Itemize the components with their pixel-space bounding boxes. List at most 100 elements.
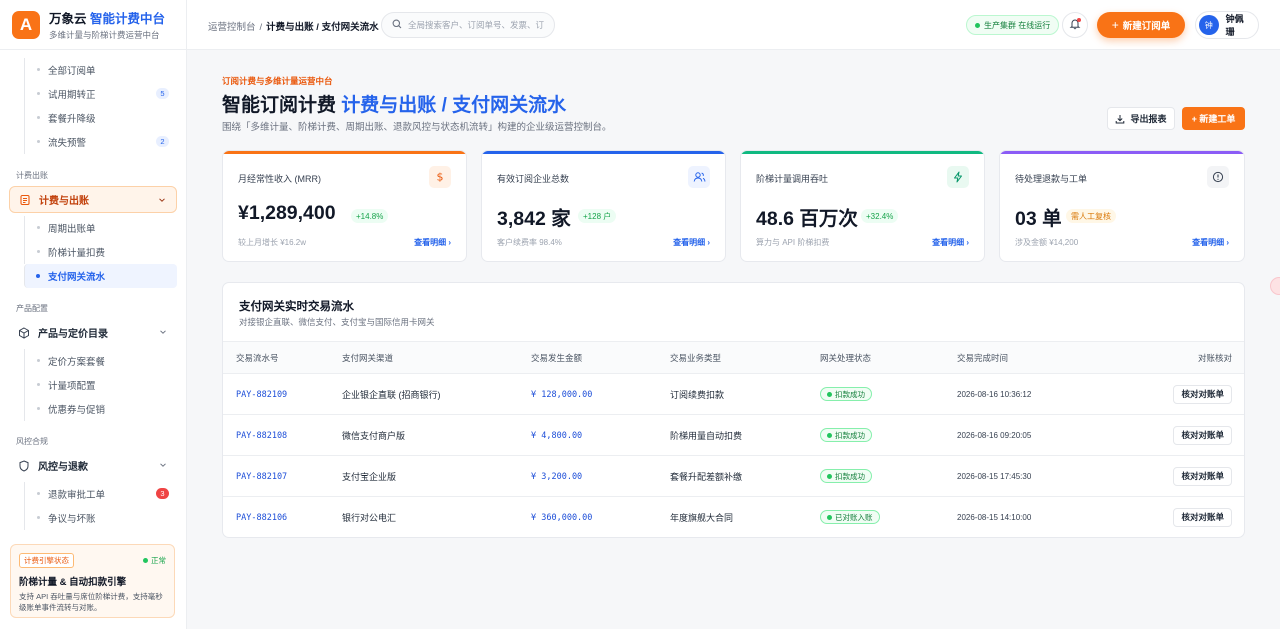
table-row: PAY-882106 银行对公电汇 ¥ 360,000.00 年度旗舰大合同 已… [223,497,1244,538]
table-row: PAY-882109 企业银企直联 (招商银行) ¥ 128,000.00 订阅… [223,373,1244,415]
view-details-link[interactable]: 查看明细 › [1192,237,1229,248]
txn-amount: ¥ 360,000.00 [531,512,593,523]
sidebar: A 万象云 智能计费中台 多维计量与阶梯计费运营中台 全部订阅单 试用期转正 5 … [0,0,187,629]
count-badge: 5 [156,88,169,99]
txn-time: 2026-08-16 09:20:05 [957,431,1032,440]
kpi-delta-chip: +32.4% [861,209,899,223]
kpi-cards: 月经常性收入 (MRR) $ ¥1,289,400 +14.8% 较上月增长 ¥… [222,150,1245,262]
sidebar-item-payment-gateway[interactable]: 支付网关流水 [24,264,177,288]
search-input[interactable] [408,20,548,30]
count-badge: 3 [156,488,169,499]
sidebar-item-metering-config[interactable]: 计量项配置 [24,373,177,397]
kpi-review-chip: 需人工复核 [1066,209,1116,223]
reconcile-button[interactable]: 核对对账单 [1173,466,1232,486]
new-ticket-button[interactable]: + 新建工单 [1182,107,1245,130]
engine-desc: 支持 API 吞吐量与席位阶梯计费，支持毫秒级账单事件流转与对账。 [19,592,163,612]
txn-channel: 微信支付商户版 [342,414,531,456]
avatar: 钟 [1199,15,1219,35]
download-icon [1116,114,1125,123]
view-details-link[interactable]: 查看明细 › [673,237,710,248]
bullet-icon [37,68,40,71]
sidebar-item-tiered-metering[interactable]: 阶梯计量扣费 [24,240,177,264]
status-badge: 扣款成功 [820,469,872,483]
bullet-icon [37,226,40,229]
txn-amount: ¥ 3,200.00 [531,471,583,482]
reconcile-button[interactable]: 核对对账单 [1173,507,1232,527]
bullet-icon [37,250,40,253]
engine-title: 阶梯计量 & 自动扣款引擎 [19,577,127,588]
chevron-down-icon [159,461,167,472]
plus-icon: + [1111,18,1119,32]
txn-type: 套餐升配差额补缴 [670,455,820,497]
txn-id[interactable]: PAY-882107 [236,472,287,482]
kpi-card-subscribers: 有效订阅企业总数 3,842 家 +128 户 客户续费率 98.4% 查看明细… [481,150,726,262]
txn-type: 订阅续费扣款 [670,373,820,415]
sidebar-item-refund-approval[interactable]: 退款审批工单 3 [24,482,177,506]
view-details-link[interactable]: 查看明细 › [932,237,969,248]
txn-time: 2026-08-16 10:36:12 [957,390,1032,399]
users-icon [688,166,710,188]
txn-time: 2026-08-15 17:45:30 [957,472,1032,481]
global-search[interactable] [381,12,555,38]
chevron-down-icon [159,328,167,339]
breadcrumb-root[interactable]: 运营控制台 [208,22,256,33]
new-subscription-button[interactable]: + 新建订阅单 [1097,12,1185,38]
engine-status-ok: 正常 [143,555,166,566]
reconcile-button[interactable]: 核对对账单 [1173,384,1232,404]
bullet-icon [37,492,40,495]
txn-type: 阶梯用量自动扣费 [670,414,820,456]
status-badge: 扣款成功 [820,428,872,442]
sidebar-item-trial-conversion[interactable]: 试用期转正 5 [24,82,177,106]
transaction-panel: 支付网关实时交易流水 对接银企直联、微信支付、支付宝与国际信用卡网关 交易流水号… [222,282,1245,538]
txn-channel: 支付宝企业版 [342,455,531,497]
sidebar-item-disputes[interactable]: 争议与坏账 [24,506,177,530]
txn-id[interactable]: PAY-882108 [236,431,287,441]
brand: A 万象云 智能计费中台 多维计量与阶梯计费运营中台 [0,0,186,50]
sidebar-item-all-subscriptions[interactable]: 全部订阅单 [24,58,177,82]
sidebar-group-risk[interactable]: 风控与退款 [9,452,177,479]
alert-circle-icon [1207,166,1229,188]
bullet-icon [36,274,40,278]
bullet-icon [37,516,40,519]
sidebar-item-pricing-plans[interactable]: 定价方案套餐 [24,349,177,373]
kpi-value: 48.6 百万次 [756,208,858,230]
txn-amount: ¥ 4,800.00 [531,430,583,441]
sidebar-group-billing[interactable]: 计费与出账 [9,186,177,213]
column-header: 交易完成时间 [957,341,1107,374]
user-menu[interactable]: 钟 钟佩珊 [1195,11,1259,39]
breadcrumb-current: 计费与出账 / 支付网关流水 [266,22,379,33]
reconcile-button[interactable]: 核对对账单 [1173,425,1232,445]
sidebar-nav: 全部订阅单 试用期转正 5 套餐升降级 流失预警 2 计费出账 计费与出账 周期出账… [0,58,186,530]
column-header: 对账核对 [1107,341,1244,374]
sidebar-item-plan-change[interactable]: 套餐升降级 [24,106,177,130]
bullet-icon [37,92,40,95]
bullet-icon [37,407,40,410]
bullet-icon [37,140,40,143]
column-header: 交易发生金额 [531,341,670,374]
kpi-delta-chip: +128 户 [578,209,617,223]
notification-button[interactable] [1062,12,1088,38]
view-details-link[interactable]: 查看明细 › [414,237,451,248]
shield-icon [18,459,30,472]
chevron-down-icon [158,196,166,207]
txn-channel: 银行对公电汇 [342,512,397,523]
kpi-value: 3,842 家 [497,208,571,230]
brand-name-accent: 智能计费中台 [90,12,166,26]
bullet-icon [37,383,40,386]
transaction-table: 交易流水号 支付网关渠道 交易发生金额 交易业务类型 网关处理状态 交易完成时间… [223,341,1244,538]
table-header-row: 交易流水号 支付网关渠道 交易发生金额 交易业务类型 网关处理状态 交易完成时间… [223,341,1244,374]
bullet-icon [37,359,40,362]
sidebar-item-coupons[interactable]: 优惠券与促销 [24,397,177,421]
txn-id[interactable]: PAY-882109 [236,390,287,400]
sidebar-item-cycle-bills[interactable]: 周期出账单 [24,216,177,240]
table-row: PAY-882108 微信支付商户版 ¥ 4,800.00 阶梯用量自动扣费 扣… [223,414,1244,456]
txn-id[interactable]: PAY-882106 [236,513,287,523]
brand-tagline: 多维计量与阶梯计费运营中台 [49,30,160,40]
page-title: 智能订阅计费 计费与出账 / 支付网关流水 [222,95,567,116]
page-subtitle: 围绕「多维计量、阶梯计费、周期出账、退款风控与状态机流转」构建的企业级运营控制台… [222,122,612,133]
engine-status-card: 计费引擎状态 正常 阶梯计量 & 自动扣款引擎 支持 API 吞吐量与席位阶梯计… [10,544,175,618]
sidebar-group-product[interactable]: 产品与定价目录 [9,319,177,346]
export-report-button[interactable]: 导出报表 [1107,107,1175,130]
column-header: 支付网关渠道 [342,341,531,374]
sidebar-item-churn-alert[interactable]: 流失预警 2 [24,130,177,154]
